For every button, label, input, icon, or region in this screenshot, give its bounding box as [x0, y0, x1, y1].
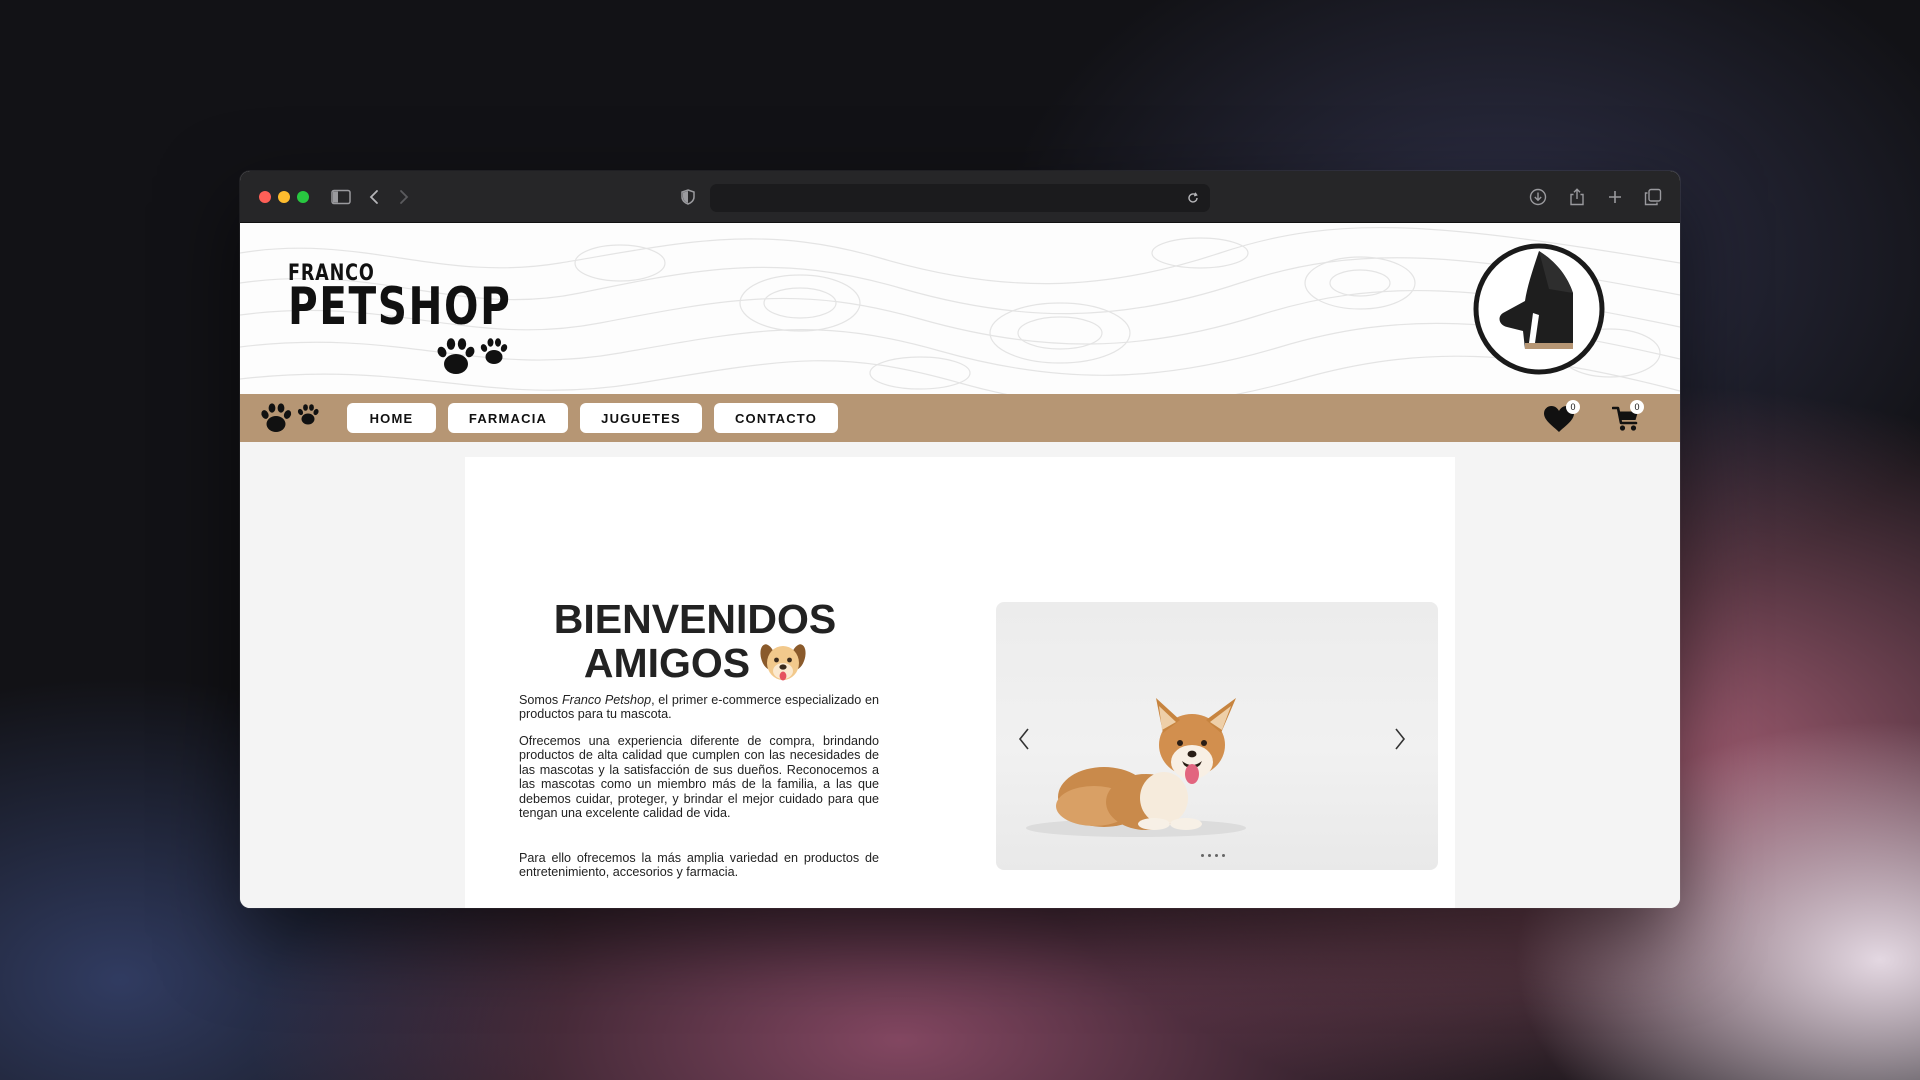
- main-nav: HOME FARMACIA JUGUETES CONTACTO 0 0: [240, 394, 1680, 442]
- welcome-heading-line2: AMIGOS: [530, 641, 860, 691]
- cart-count-badge: 0: [1630, 400, 1644, 414]
- welcome-heading-amigos: AMIGOS: [583, 639, 751, 686]
- forward-icon[interactable]: [392, 185, 416, 209]
- nav-home-button[interactable]: HOME: [347, 403, 436, 433]
- paw-prints-icon: [436, 333, 512, 386]
- image-carousel: [996, 602, 1438, 870]
- favorites-button[interactable]: 0: [1542, 400, 1580, 434]
- carousel-indicator[interactable]: [1215, 854, 1218, 857]
- sidebar-icon[interactable]: [329, 185, 353, 209]
- nav-juguetes-button[interactable]: JUGUETES: [580, 403, 702, 433]
- minimize-window-button[interactable]: [278, 191, 290, 203]
- paw-prints-icon: [260, 400, 322, 441]
- browser-toolbar: [240, 171, 1680, 223]
- intro-paragraph: Somos Franco Petshop, el primer e-commer…: [519, 693, 879, 722]
- web-page: FRANCO PETSHOP HOME FARMACIA JUGUETES CO…: [240, 223, 1680, 908]
- favorites-count-badge: 0: [1566, 400, 1580, 414]
- carousel-next-arrow-icon[interactable]: [1388, 724, 1412, 754]
- corgi-dog-image: [1026, 698, 1246, 837]
- reload-icon[interactable]: [1182, 187, 1204, 209]
- carousel-indicators[interactable]: [1201, 854, 1225, 857]
- carousel-indicator[interactable]: [1222, 854, 1225, 857]
- welcome-heading: BIENVENIDOS AMIGOS: [530, 598, 860, 691]
- address-bar[interactable]: [710, 184, 1210, 212]
- dog-emblem-logo: [1473, 243, 1605, 380]
- logo-petshop-text: PETSHOP: [288, 277, 512, 337]
- intro-prefix-text: Somos: [519, 693, 562, 707]
- variety-paragraph: Para ello ofrecemos la más amplia varied…: [519, 851, 879, 880]
- share-icon[interactable]: [1565, 185, 1589, 209]
- shield-icon[interactable]: [676, 185, 700, 209]
- new-tab-icon[interactable]: [1603, 185, 1627, 209]
- carousel-indicator[interactable]: [1201, 854, 1204, 857]
- cart-button[interactable]: 0: [1611, 400, 1644, 434]
- tabs-overview-icon[interactable]: [1641, 185, 1665, 209]
- zoom-window-button[interactable]: [297, 191, 309, 203]
- experience-paragraph: Ofrecemos una experiencia diferente de c…: [519, 734, 879, 821]
- welcome-heading-line1: BIENVENIDOS: [553, 596, 837, 642]
- download-icon[interactable]: [1526, 185, 1550, 209]
- close-window-button[interactable]: [259, 191, 271, 203]
- nav-contacto-button[interactable]: CONTACTO: [714, 403, 838, 433]
- nav-farmacia-button[interactable]: FARMACIA: [448, 403, 568, 433]
- browser-window: FRANCO PETSHOP HOME FARMACIA JUGUETES CO…: [240, 171, 1680, 908]
- site-logo[interactable]: FRANCO PETSHOP: [288, 261, 528, 381]
- dog-face-emoji-icon: [760, 641, 806, 691]
- carousel-prev-arrow-icon[interactable]: [1012, 724, 1036, 754]
- site-header: FRANCO PETSHOP: [240, 223, 1680, 394]
- intro-brand-text: Franco Petshop: [561, 693, 652, 707]
- back-icon[interactable]: [362, 185, 386, 209]
- carousel-indicator[interactable]: [1208, 854, 1211, 857]
